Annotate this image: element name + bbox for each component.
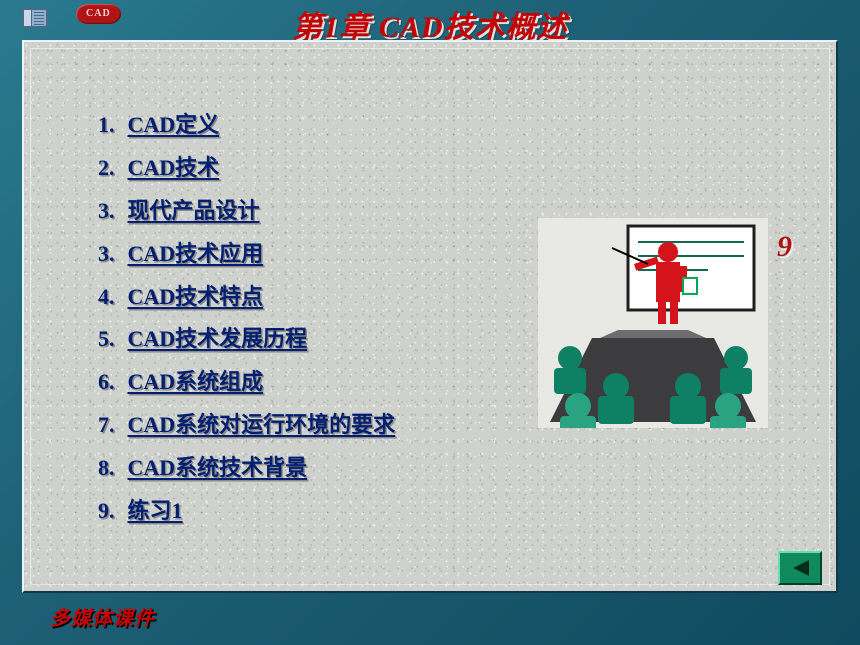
toc-link-cad-history[interactable]: CAD技术发展历程 xyxy=(128,326,308,351)
toc-num: 5. xyxy=(98,318,122,361)
toc-link-cad-features[interactable]: CAD技术特点 xyxy=(128,284,264,309)
footer-label: 多媒体课件 xyxy=(50,602,155,631)
toc-item: 1. CAD定义 xyxy=(98,104,796,147)
toc-num: 8. xyxy=(98,447,122,490)
toc-link-cad-definition[interactable]: CAD定义 xyxy=(128,112,220,137)
slide-number: 9 xyxy=(777,230,792,264)
toc-item: 8. CAD系统技术背景 xyxy=(98,447,796,490)
content-panel: 1. CAD定义 2. CAD技术 3. 现代产品设计 3. CAD技术应用 4… xyxy=(22,40,838,593)
toc-num: 2. xyxy=(98,147,122,190)
toc-num: 3. xyxy=(98,190,122,233)
toc-link-cad-application[interactable]: CAD技术应用 xyxy=(128,241,264,266)
toc-num: 6. xyxy=(98,361,122,404)
toc-link-cad-env[interactable]: CAD系统对运行环境的要求 xyxy=(128,412,396,437)
toc-link-cad-background[interactable]: CAD系统技术背景 xyxy=(128,455,308,480)
toc-num: 4. xyxy=(98,276,122,319)
toc-item: 9. 练习1 xyxy=(98,490,796,533)
toc-item: 2. CAD技术 xyxy=(98,147,796,190)
toc-link-cad-system[interactable]: CAD系统组成 xyxy=(128,369,264,394)
toc-num: 3. xyxy=(98,233,122,276)
play-left-icon xyxy=(789,559,811,577)
toc-link-cad-tech[interactable]: CAD技术 xyxy=(128,155,220,180)
toc-link-modern-design[interactable]: 现代产品设计 xyxy=(128,198,260,223)
toc-num: 1. xyxy=(98,104,122,147)
classroom-illustration xyxy=(538,218,768,428)
toc-link-exercise[interactable]: 练习1 xyxy=(128,498,183,523)
next-button[interactable] xyxy=(778,551,822,585)
toc-num: 7. xyxy=(98,404,122,447)
toc-num: 9. xyxy=(98,490,122,533)
